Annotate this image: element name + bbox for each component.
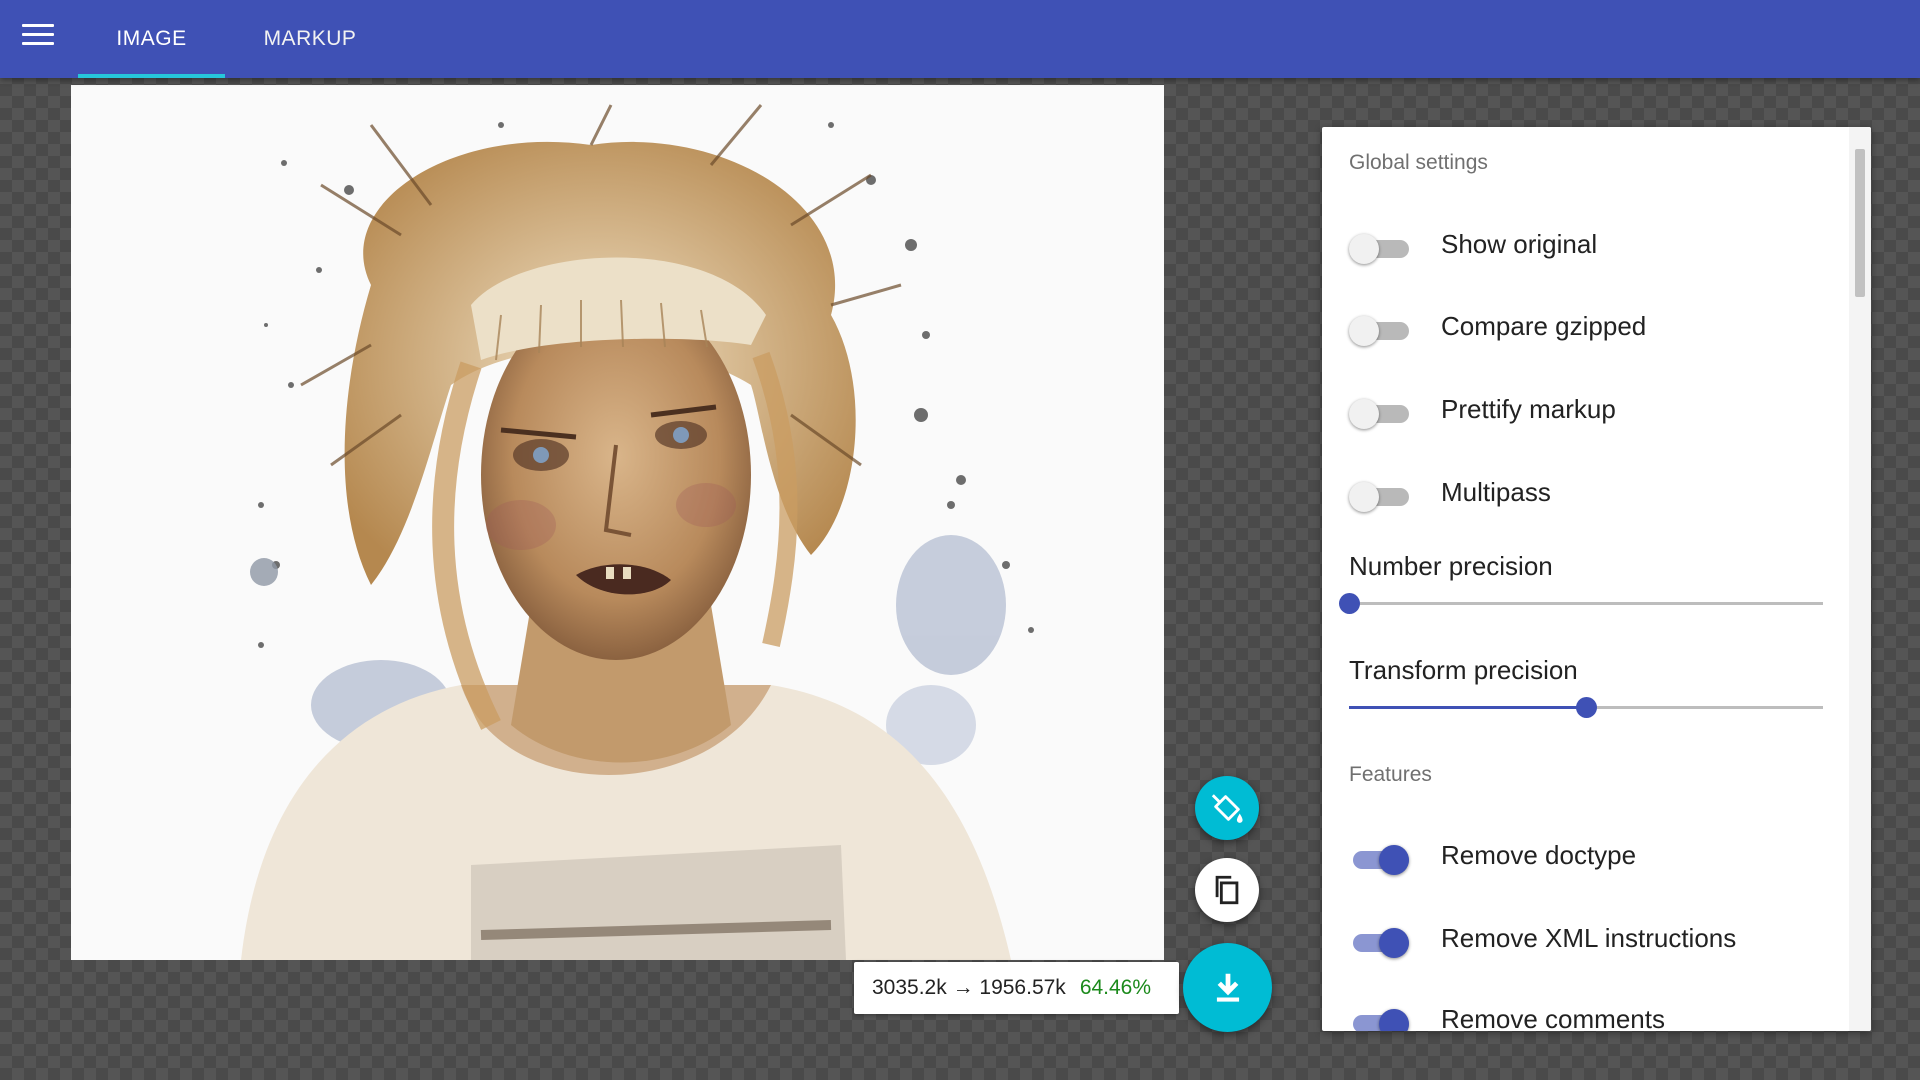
toggle-label: Multipass — [1441, 477, 1551, 507]
settings-panel: Global settings Show original Compare gz… — [1322, 127, 1871, 1031]
toggle-multipass[interactable]: Multipass — [1349, 473, 1829, 513]
image-preview — [71, 85, 1164, 960]
size-comparison: 3035.2k → 1956.57k — [872, 976, 1066, 999]
background-toggle-button[interactable] — [1195, 776, 1259, 840]
number-precision-slider[interactable] — [1339, 591, 1823, 615]
panel-scrollbar[interactable] — [1849, 127, 1871, 1031]
download-button[interactable] — [1183, 943, 1272, 1032]
download-icon — [1216, 973, 1239, 1002]
scrollbar-thumb[interactable] — [1855, 149, 1865, 297]
features-heading: Features — [1349, 763, 1432, 786]
toggle-compare-gzipped[interactable]: Compare gzipped — [1349, 307, 1829, 347]
switch[interactable] — [1349, 315, 1409, 346]
toggle-remove-xml-instructions[interactable]: Remove XML instructions — [1349, 919, 1829, 959]
global-settings-heading: Global settings — [1349, 151, 1488, 174]
toggle-label: Prettify markup — [1441, 394, 1616, 424]
size-stats: 3035.2k → 1956.57k 64.46% — [854, 962, 1179, 1014]
toggle-label: Remove doctype — [1441, 840, 1637, 870]
toggle-label: Compare gzipped — [1441, 311, 1647, 341]
toggle-remove-comments[interactable]: Remove comments — [1349, 1000, 1829, 1031]
toggle-prettify-markup[interactable]: Prettify markup — [1349, 390, 1829, 430]
active-tab-indicator — [78, 74, 225, 78]
app-bar: IMAGE MARKUP — [0, 0, 1920, 78]
switch[interactable] — [1349, 398, 1409, 429]
slider-knob[interactable] — [1339, 593, 1360, 614]
toggle-remove-doctype[interactable]: Remove doctype — [1349, 836, 1829, 876]
switch[interactable] — [1349, 927, 1409, 958]
toggle-label: Show original — [1441, 229, 1598, 259]
slider-knob[interactable] — [1576, 697, 1597, 718]
tab-image[interactable]: IMAGE — [78, 0, 225, 78]
switch[interactable] — [1349, 844, 1409, 875]
toggle-label: Remove XML instructions — [1441, 923, 1737, 953]
copy-button[interactable] — [1195, 858, 1259, 922]
toggle-label: Remove comments — [1441, 1004, 1665, 1031]
switch[interactable] — [1349, 233, 1409, 264]
paint-bucket-icon — [1211, 794, 1243, 823]
transform-precision-slider[interactable] — [1349, 695, 1823, 719]
svg-illustration — [241, 104, 1034, 960]
number-precision-label: Number precision — [1349, 551, 1553, 581]
copy-icon — [1215, 875, 1239, 905]
savings-percent: 64.46% — [1079, 976, 1152, 999]
switch[interactable] — [1349, 1008, 1409, 1031]
switch[interactable] — [1349, 481, 1409, 512]
tab-markup[interactable]: MARKUP — [245, 0, 375, 78]
toggle-show-original[interactable]: Show original — [1349, 225, 1829, 265]
hamburger-menu-icon[interactable] — [22, 24, 54, 50]
transform-precision-label: Transform precision — [1349, 655, 1578, 685]
